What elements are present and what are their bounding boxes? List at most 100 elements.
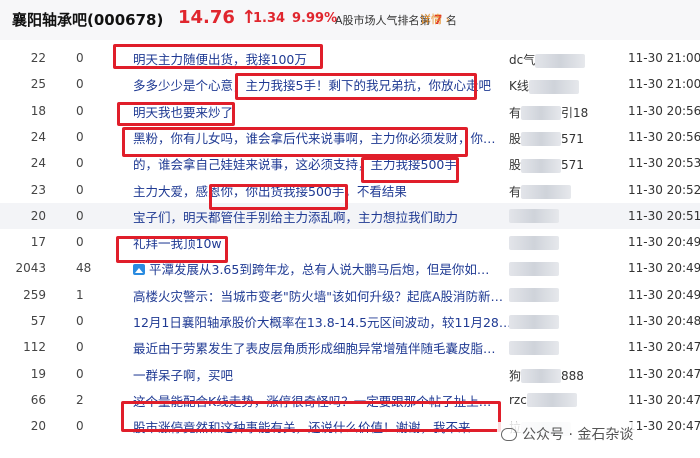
blurred-username [535, 53, 586, 68]
stock-bar-title[interactable]: 襄阳轴承吧(000678) [12, 9, 163, 30]
image-icon [133, 264, 145, 276]
author-name[interactable]: 狗 888 [509, 367, 584, 384]
post-row[interactable]: 18 0 明天我也要来炒了 有 引18 11-30 20:56 [0, 98, 700, 124]
author-name-text: 狗 [509, 368, 522, 383]
watermark: 公众号 · 金石杂谈 [497, 422, 638, 446]
read-count: 25 [30, 77, 46, 92]
post-time: 11-30 20:48 [628, 314, 700, 328]
blurred-username [509, 261, 559, 276]
blurred-username [521, 185, 572, 199]
author-name-text: 股 [509, 131, 522, 146]
post-title-text: 一群呆子啊，买吧 [133, 367, 234, 383]
author-name-text: K线 [509, 79, 529, 94]
post-title-link[interactable]: 12月1日襄阳轴承股价大概率在13.8-14.5元区间波动，较11月28… [133, 312, 511, 331]
post-title-text: 12月1日襄阳轴承股价大概率在13.8-14.5元区间波动，较11月28… [133, 315, 512, 330]
author-name[interactable] [509, 235, 559, 250]
author-name[interactable]: 有 [509, 183, 572, 200]
read-count: 22 [30, 51, 46, 65]
author-name[interactable] [509, 209, 559, 224]
post-row[interactable]: 57 0 12月1日襄阳轴承股价大概率在13.8-14.5元区间波动，较11月28…… [0, 308, 700, 334]
blurred-username [509, 209, 559, 224]
author-name-tail: 571 [561, 158, 584, 173]
post-time: 11-30 20:49 [628, 287, 700, 302]
post-row[interactable]: 19 0 一群呆子啊，买吧 狗 888 11-30 20:47 [0, 361, 700, 387]
comment-count: 0 [76, 156, 84, 171]
wechat-icon [501, 428, 517, 441]
post-row[interactable]: 20 0 宝子们，明天都管住手别给主力添乱啊，主力想拉我们助力 11-30 20:51 [0, 202, 700, 229]
author-name[interactable]: 有 引18 [509, 104, 588, 121]
post-time: 11-30 20:49 [628, 235, 700, 250]
blurred-username [509, 340, 559, 355]
author-name[interactable]: dc气 [509, 51, 586, 68]
comment-count: 0 [76, 103, 84, 118]
comment-count: 0 [76, 419, 84, 434]
post-title-link[interactable]: 股市涨停竟然和这种事能有关，还说什么价值！谢谢，我不来… [133, 417, 483, 436]
author-name[interactable] [509, 340, 559, 355]
post-title-text: 宝子们，明天都管住手别给主力添乱啊，主力想拉我们助力 [133, 209, 459, 225]
post-time: 11-30 20:49 [628, 261, 700, 276]
author-name-text: dc气 [509, 53, 536, 67]
post-title-link[interactable]: 礼拜一我顶10w [133, 233, 222, 252]
read-count: 66 [30, 392, 46, 407]
author-name[interactable]: 股 571 [509, 130, 584, 147]
post-title-text: 平潭发展从3.65到跨年龙，总有人说大鹏马后炮，但是你如… [149, 262, 490, 278]
post-title-link[interactable]: 平潭发展从3.65到跨年龙，总有人说大鹏马后炮，但是你如… [133, 259, 489, 278]
author-name-text: 股 [509, 158, 522, 173]
post-title-link[interactable]: 的，谁会拿自己娃娃来说事，这必须支持，主力我接500手 [133, 154, 457, 173]
post-title-link[interactable]: 黑粉，你有儿女吗，谁会拿后代来说事啊，主力你必须发财，你… [133, 128, 496, 147]
post-title-text: 这个量能配合K线走势，涨停很奇怪吗？一定要跟那个帖子扯上… [133, 393, 492, 409]
post-row[interactable]: 2043 48 平潭发展从3.65到跨年龙，总有人说大鹏马后炮，但是你如… 11-30… [0, 255, 700, 281]
post-title-link[interactable]: 一群呆子啊，买吧 [133, 365, 233, 384]
author-name-text: 有 [509, 105, 522, 120]
author-name[interactable] [509, 261, 559, 276]
author-name[interactable]: rzc [509, 393, 577, 408]
post-title-link[interactable]: 明天主力随便出货，我接100万 [133, 49, 307, 68]
read-count: 19 [30, 366, 46, 381]
post-row[interactable]: 23 0 主力大爱，感恩你，你出货我接500手，不看结果 有 11-30 20:52 [0, 177, 700, 203]
post-time: 11-30 20:56 [628, 103, 700, 118]
comment-count: 0 [76, 235, 84, 250]
blurred-username [509, 288, 559, 303]
post-time: 11-30 20:51 [628, 208, 700, 223]
comment-count: 0 [76, 366, 84, 381]
read-count: 18 [30, 103, 46, 118]
comment-count: 0 [76, 182, 84, 197]
post-row[interactable]: 112 0 最近由于劳累发生了表皮层角质形成细胞异常增殖伴随毛囊皮脂… 11-30 2… [0, 334, 700, 360]
read-count: 17 [30, 235, 46, 250]
details-link[interactable]: 详情 › [420, 11, 450, 27]
post-row[interactable]: 25 0 多多少少是个心意，主力我接5手！剩下的我兄弟抗，你放心走吧 K线 11-30 … [0, 71, 700, 97]
post-time: 11-30 21:00 [628, 77, 700, 92]
author-name[interactable]: K线 [509, 77, 579, 94]
read-count: 23 [30, 182, 46, 197]
post-title-link[interactable]: 这个量能配合K线走势，涨停很奇怪吗？一定要跟那个帖子扯上… [133, 391, 491, 410]
post-title-link[interactable]: 明天我也要来炒了 [133, 102, 233, 121]
post-time: 11-30 20:47 [628, 340, 700, 355]
post-row[interactable]: 259 1 高楼火灾警示：当城市变老"防火墙"该如何升级？起底A股消防新… 11-30… [0, 282, 700, 308]
post-title-link[interactable]: 高楼火灾警示：当城市变老"防火墙"该如何升级？起底A股消防新… [133, 286, 503, 305]
post-title-text: 最近由于劳累发生了表皮层角质形成细胞异常增殖伴随毛囊皮脂… [133, 341, 496, 357]
post-row[interactable]: 17 0 礼拜一我顶10w 11-30 20:49 [0, 229, 700, 255]
read-count: 24 [30, 156, 46, 171]
post-row[interactable]: 66 2 这个量能配合K线走势，涨停很奇怪吗？一定要跟那个帖子扯上… rzc 11-30… [0, 387, 700, 413]
post-title-link[interactable]: 多多少少是个心意，主力我接5手！剩下的我兄弟抗，你放心走吧 [133, 75, 491, 94]
blurred-username [509, 235, 559, 250]
post-row[interactable]: 24 0 黑粉，你有儿女吗，谁会拿后代来说事啊，主力你必须发财，你… 股 571 11-3… [0, 124, 700, 150]
post-title-text: 主力大爱，感恩你，你出货我接500手，不看结果 [133, 183, 407, 199]
post-row[interactable]: 22 0 明天主力随便出货，我接100万 dc气 11-30 21:00 [0, 45, 700, 71]
post-time: 11-30 20:52 [628, 182, 700, 197]
read-count: 57 [30, 314, 46, 328]
post-time: 11-30 20:53 [628, 156, 700, 171]
post-row[interactable]: 24 0 的，谁会拿自己娃娃来说事，这必须支持，主力我接500手 股 571 11-30 … [0, 150, 700, 176]
post-title-text: 多多少少是个心意，主力我接5手！剩下的我兄弟抗，你放心走吧 [133, 78, 491, 94]
read-count: 259 [23, 287, 46, 302]
post-title-link[interactable]: 最近由于劳累发生了表皮层角质形成细胞异常增殖伴随毛囊皮脂… [133, 338, 496, 357]
author-name[interactable]: 股 571 [509, 156, 584, 173]
post-title-link[interactable]: 宝子们，明天都管住手别给主力添乱啊，主力想拉我们助力 [133, 207, 458, 226]
post-time: 11-30 21:00 [628, 51, 700, 65]
author-name[interactable] [509, 314, 559, 329]
post-time: 11-30 20:47 [628, 419, 700, 434]
author-name[interactable] [509, 288, 559, 303]
read-count: 2043 [15, 261, 46, 276]
post-title-link[interactable]: 主力大爱，感恩你，你出货我接500手，不看结果 [133, 181, 407, 200]
stock-header: 襄阳轴承吧(000678) 14.76 ↑ 1.34 9.99% A股市场人气排… [0, 0, 700, 40]
